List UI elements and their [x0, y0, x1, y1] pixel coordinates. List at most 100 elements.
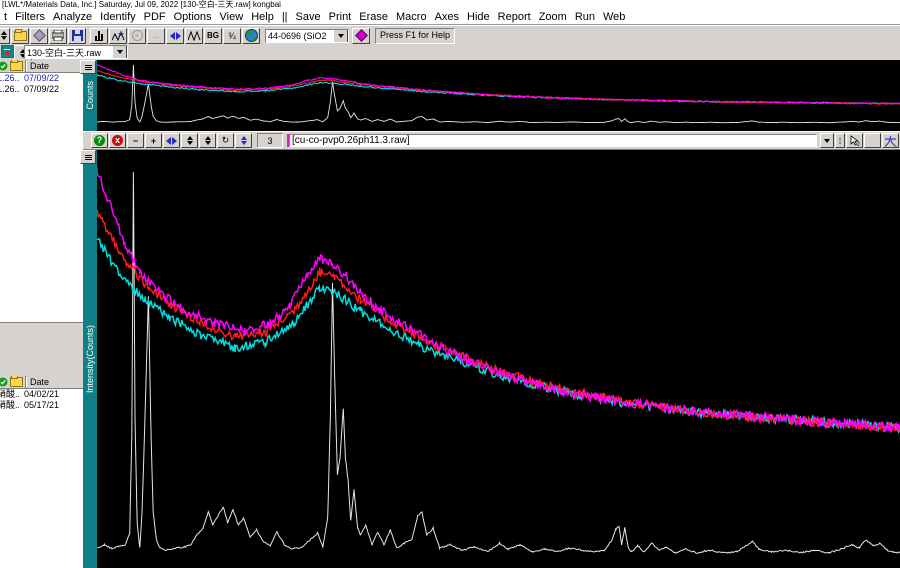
hamburger-icon [85, 65, 92, 70]
menu-item-save[interactable]: Save [292, 11, 325, 23]
peak-fit-button[interactable] [109, 28, 127, 44]
minus-icon: − [133, 136, 138, 146]
panel-splitter[interactable] [0, 322, 83, 377]
pattern-toolbar: ? x − + ↻ 3 [cu-co-pvp0.26ph11.3.raw] ⁞ … [83, 131, 900, 150]
ratio-button[interactable]: ¾ [223, 28, 241, 44]
menu-item-pdf[interactable]: PDF [140, 11, 170, 23]
main-menu-button[interactable] [80, 150, 96, 164]
file-list-row[interactable]: 硝酸...05/17/21 [0, 400, 83, 411]
chevron-down-icon[interactable] [333, 29, 348, 43]
file-toolbar: 130-空白-三天.raw SCAN: 5.0/80.0/0.05/1(sec)… [0, 44, 900, 60]
trace-cyan [97, 74, 900, 104]
swap-button[interactable]: ↻ [217, 133, 234, 148]
chevron-down-icon[interactable] [112, 45, 127, 59]
overview-menu-button[interactable] [80, 60, 96, 74]
file-date: 07/09/22 [19, 84, 59, 95]
cursor-mode-button[interactable]: z [846, 133, 863, 148]
open-file-button[interactable] [11, 28, 29, 44]
overlay-add-button-disabled[interactable]: + [128, 28, 146, 44]
file-date: 05/17/21 [19, 400, 59, 411]
main-chart[interactable] [97, 150, 900, 568]
scroll-horizontal-button[interactable] [163, 133, 180, 148]
menu-item-analyze[interactable]: Analyze [49, 11, 96, 23]
floppy-icon [72, 30, 83, 41]
pattern-spinner[interactable]: ⁞ [835, 133, 845, 148]
horizontal-arrows-icon [166, 137, 177, 145]
view-overlay-button[interactable] [30, 28, 48, 44]
date-column-header[interactable]: Date [26, 377, 83, 387]
menu-item-macro[interactable]: Macro [392, 11, 431, 23]
menu-item-print[interactable]: Print [325, 11, 356, 23]
scale-up-down-button[interactable] [181, 133, 198, 148]
refresh-icon: ↻ [222, 135, 230, 146]
file-date: 04/02/21 [19, 389, 59, 400]
file-list-row[interactable]: 1.26...07/09/22 [0, 84, 83, 95]
file-list-bottom-header[interactable]: Date [0, 376, 83, 389]
ratio-icon: ¾ [228, 31, 236, 41]
menu-item-axes[interactable]: Axes [431, 11, 463, 23]
zoom-in-button[interactable]: + [145, 133, 162, 148]
menu-item-web[interactable]: Web [599, 11, 629, 23]
overview-chart[interactable] [97, 60, 900, 131]
file-combo-value: 130-空白-三天.raw [27, 46, 112, 59]
menu-item-identify[interactable]: Identify [96, 11, 139, 23]
pattern-dropdown-button[interactable] [820, 133, 834, 148]
help-button[interactable]: ? [91, 133, 108, 148]
file-list-row[interactable]: 1.26...07/09/22 [0, 73, 83, 84]
stretch-vertical-button[interactable] [199, 133, 216, 148]
file-date: 07/09/22 [19, 73, 59, 84]
stack-overlays-button[interactable] [235, 133, 252, 148]
folder-icon [14, 31, 27, 41]
menu-item-options[interactable]: Options [170, 11, 216, 23]
peaks-plus-icon [112, 30, 125, 41]
chevron-down-icon [824, 139, 830, 143]
menu-item-report[interactable]: Report [494, 11, 535, 23]
menu-item-erase[interactable]: Erase [355, 11, 392, 23]
file-name: 硝酸... [0, 400, 19, 411]
pan-button[interactable] [166, 28, 184, 44]
menu-item-help[interactable]: Help [247, 11, 278, 23]
save-button[interactable] [68, 28, 86, 44]
remove-overlay-button[interactable]: x [109, 133, 126, 148]
trace-magenta [97, 167, 900, 431]
menu-item-zoom[interactable]: Zoom [535, 11, 571, 23]
peak-label-button[interactable] [882, 133, 899, 148]
person-icon [884, 135, 897, 147]
trace-white [97, 172, 900, 553]
date-column-header[interactable]: Date [26, 61, 83, 71]
menu-item-t[interactable]: t [0, 11, 11, 23]
file-list-top-header[interactable]: Date [0, 60, 83, 73]
menu-item-hide[interactable]: Hide [463, 11, 494, 23]
active-pattern-field[interactable]: [cu-co-pvp0.26ph11.3.raw] [289, 134, 817, 147]
web-button[interactable] [242, 28, 260, 44]
overlay-count-box[interactable]: 3 [257, 133, 283, 148]
overlay-count: 3 [267, 136, 272, 146]
menu-bar: tFiltersAnalyzeIdentifyPDFOptionsViewHel… [0, 9, 900, 25]
menu-item-run[interactable]: Run [571, 11, 599, 23]
menu-item-filters[interactable]: Filters [11, 11, 49, 23]
trace-cyan [97, 239, 900, 432]
file-list-row[interactable]: 硝酸...04/02/21 [0, 389, 83, 400]
overview-axis-strip: Counts [83, 60, 97, 131]
phase-combo-value: 44-0696 (SiO2 [268, 31, 333, 41]
zoom-mode-button[interactable] [864, 133, 881, 148]
trace-red [97, 71, 900, 105]
thumbnail-icon[interactable] [1, 45, 14, 58]
peaks-icon [188, 31, 201, 41]
histogram-button[interactable] [90, 28, 108, 44]
advance-button-disabled[interactable]: → [147, 28, 165, 44]
bg-icon: BG [207, 31, 219, 40]
plus-icon: + [151, 136, 156, 146]
pdf-card-button[interactable] [352, 28, 370, 44]
magenta-diamond-icon [355, 29, 368, 42]
menu-item-view[interactable]: View [216, 11, 248, 23]
file-stepper[interactable] [0, 28, 10, 44]
zoom-out-button[interactable]: − [127, 133, 144, 148]
phase-combo[interactable]: 44-0696 (SiO2 [265, 29, 349, 43]
background-button[interactable]: BG [204, 28, 222, 44]
print-button[interactable] [49, 28, 67, 44]
profile-button[interactable] [185, 28, 203, 44]
jade-window: [LWL*/Materials Data, Inc.] Saturday, Ju… [0, 0, 900, 568]
horizontal-arrows-icon [170, 32, 181, 40]
file-combo[interactable]: 130-空白-三天.raw [24, 45, 128, 59]
